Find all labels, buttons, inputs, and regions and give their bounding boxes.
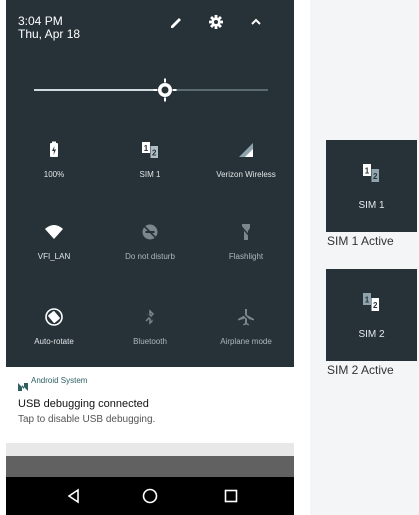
do-not-disturb-icon bbox=[140, 222, 160, 242]
background-strip bbox=[6, 456, 294, 477]
tile-label: 100% bbox=[43, 170, 65, 179]
sim1-label: SIM 1 bbox=[358, 200, 385, 211]
notification-app-name: Android System bbox=[31, 376, 88, 385]
edit-icon[interactable] bbox=[168, 14, 184, 35]
airplane-icon bbox=[236, 307, 256, 327]
svg-text:2: 2 bbox=[152, 149, 157, 158]
sim2-label: SIM 2 bbox=[358, 329, 385, 340]
tile-airplane[interactable]: Airplane mode bbox=[198, 307, 294, 351]
tile-label: Bluetooth bbox=[133, 337, 167, 346]
sim-switch-icon: 1 2 bbox=[361, 162, 381, 184]
notification-title: USB debugging connected bbox=[18, 398, 149, 410]
svg-text:1: 1 bbox=[365, 296, 370, 305]
android-system-icon bbox=[18, 378, 28, 391]
svg-text:1: 1 bbox=[144, 144, 149, 153]
tile-bluetooth[interactable]: Bluetooth bbox=[102, 307, 198, 351]
tile-battery[interactable]: 100% bbox=[6, 140, 102, 184]
back-icon[interactable] bbox=[64, 486, 84, 506]
sim2-caption: SIM 2 Active bbox=[327, 363, 394, 377]
auto-rotate-icon bbox=[44, 307, 64, 327]
flashlight-icon bbox=[236, 222, 256, 242]
tile-label: Auto-rotate bbox=[34, 337, 74, 346]
header-actions bbox=[144, 14, 294, 34]
brightness-slider[interactable] bbox=[34, 78, 268, 102]
tile-label: Do not disturb bbox=[125, 252, 175, 261]
tile-label: Verizon Wireless bbox=[216, 170, 276, 179]
svg-text:2: 2 bbox=[373, 172, 378, 181]
notification-text: Tap to disable USB debugging. bbox=[18, 414, 156, 425]
home-icon[interactable] bbox=[140, 486, 160, 506]
sim1-caption: SIM 1 Active bbox=[327, 234, 394, 248]
recents-icon[interactable] bbox=[221, 486, 241, 506]
wifi-icon bbox=[44, 222, 64, 242]
brightness-thumb[interactable] bbox=[153, 78, 177, 102]
collapse-icon[interactable] bbox=[248, 14, 264, 35]
tile-label: SIM 1 bbox=[139, 170, 161, 179]
sim-switch-icon: 1 2 bbox=[361, 291, 381, 313]
bluetooth-icon bbox=[140, 307, 160, 327]
signal-icon bbox=[236, 140, 256, 160]
panel-divider bbox=[6, 443, 294, 456]
clock-date: Thu, Apr 18 bbox=[18, 27, 81, 41]
status-header: 3:04 PM Thu, Apr 18 bbox=[18, 15, 80, 41]
svg-text:2: 2 bbox=[373, 301, 378, 310]
tile-label: Flashlight bbox=[228, 252, 264, 261]
tile-cellular[interactable]: Verizon Wireless bbox=[198, 140, 294, 184]
brightness-fill bbox=[34, 89, 166, 91]
svg-text:1: 1 bbox=[365, 167, 370, 176]
battery-icon bbox=[44, 140, 64, 160]
tile-sim[interactable]: 1 2 SIM 1 bbox=[102, 140, 198, 184]
tile-auto-rotate[interactable]: Auto-rotate bbox=[6, 307, 102, 351]
tile-flashlight[interactable]: Flashlight bbox=[198, 222, 294, 266]
navigation-bar bbox=[6, 477, 294, 515]
settings-icon[interactable] bbox=[208, 14, 224, 35]
tile-wifi[interactable]: VFI_LAN bbox=[6, 222, 102, 266]
usb-debugging-notification[interactable]: Android System USB debugging connected T… bbox=[6, 367, 294, 443]
tile-do-not-disturb[interactable]: Do not disturb bbox=[102, 222, 198, 266]
sim2-tile-example: 1 2 SIM 2 bbox=[326, 269, 417, 361]
sim1-tile-example: 1 2 SIM 1 bbox=[326, 140, 417, 232]
tile-label: Airplane mode bbox=[220, 337, 272, 346]
tile-label: VFI_LAN bbox=[37, 252, 71, 261]
side-background bbox=[310, 0, 419, 515]
sim-switch-icon: 1 2 bbox=[140, 140, 160, 160]
quick-settings-panel: 3:04 PM Thu, Apr 18 100% 1 2 SIM 1 Veriz… bbox=[6, 0, 294, 515]
